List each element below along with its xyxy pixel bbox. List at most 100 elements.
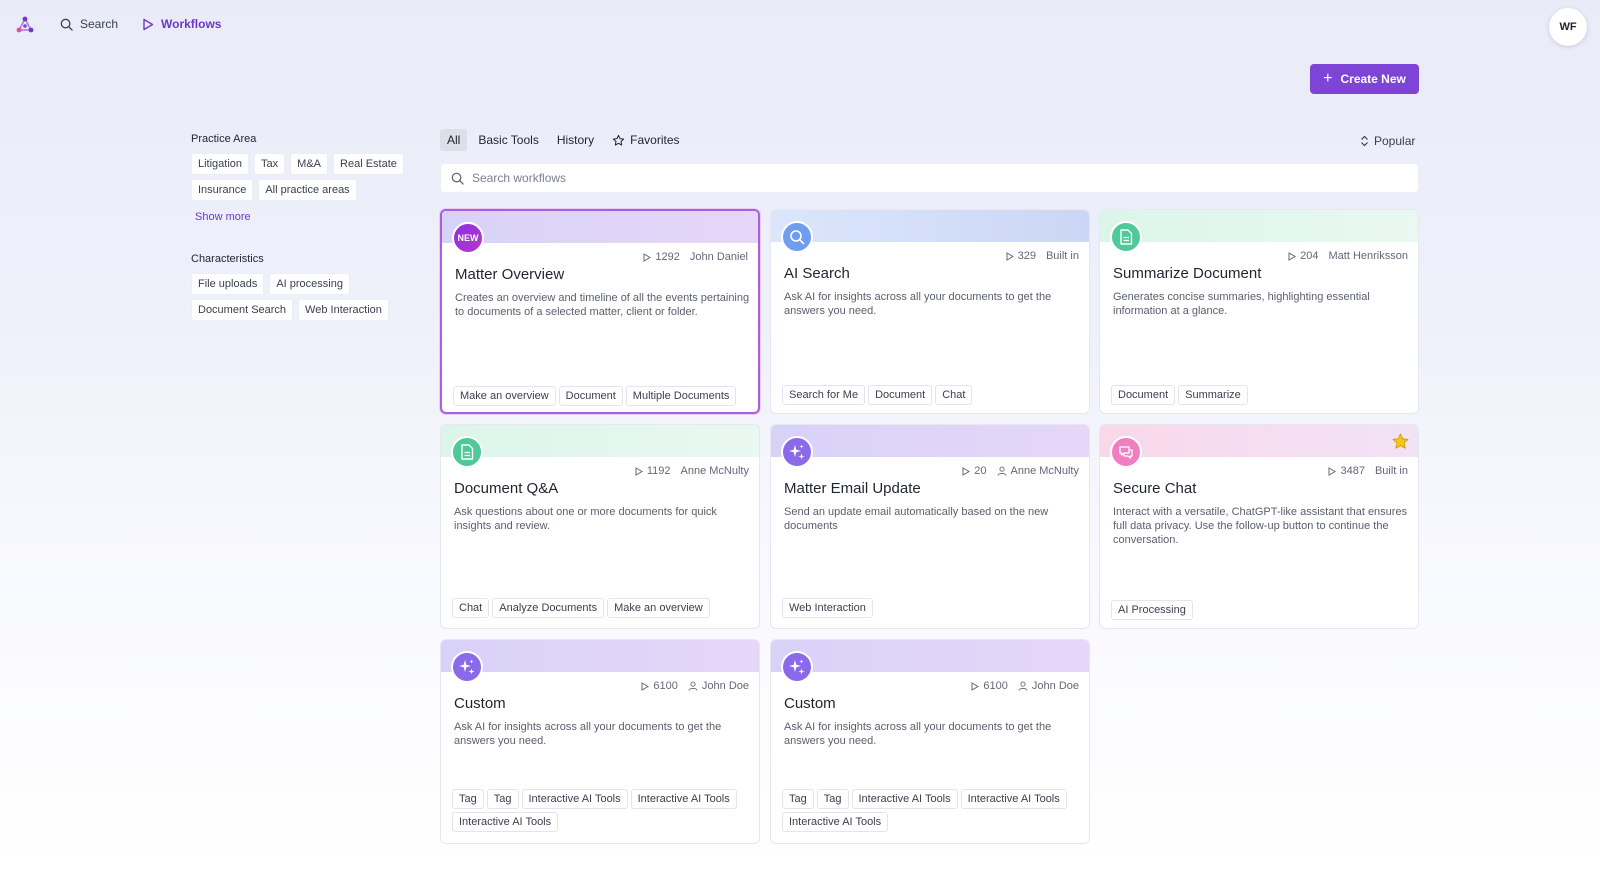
run-count: 329	[1006, 250, 1036, 262]
char-chip-document-search[interactable]: Document Search	[191, 299, 294, 321]
sort-dropdown[interactable]: Popular	[1360, 134, 1415, 148]
tag[interactable]: Chat	[452, 598, 490, 618]
practice-chip-all[interactable]: All practice areas	[258, 179, 357, 201]
tag[interactable]: Interactive AI Tools	[630, 789, 737, 809]
card-tags: Document Summarize	[1111, 385, 1411, 405]
tab-favorites[interactable]: Favorites	[605, 129, 686, 151]
tag[interactable]: Multiple Documents	[625, 386, 737, 406]
card-title: Custom	[784, 695, 836, 712]
author-name: Built in	[1374, 465, 1408, 477]
nav-workflows[interactable]: Workflows	[142, 17, 221, 31]
tag[interactable]: Tag	[486, 789, 519, 809]
new-badge-label: NEW	[457, 233, 479, 243]
card-tags: Web Interaction	[782, 598, 1082, 618]
workflow-search-input[interactable]	[472, 171, 1372, 185]
tag[interactable]: Interactive AI Tools	[452, 812, 559, 832]
tag[interactable]: Tag	[452, 789, 484, 809]
practice-chip-litigation[interactable]: Litigation	[191, 153, 250, 175]
workflow-card-summarize-document[interactable]: 204 Matt Henriksson Summarize Document G…	[1099, 209, 1419, 414]
tag[interactable]: Analyze Documents	[492, 598, 605, 618]
tag[interactable]: Document	[558, 386, 623, 406]
author-name: Anne McNulty	[680, 465, 749, 477]
practice-chip-real-estate[interactable]: Real Estate	[333, 153, 404, 175]
tag[interactable]: Document	[1111, 385, 1176, 405]
tag[interactable]: Interactive AI Tools	[851, 789, 958, 809]
tab-history[interactable]: History	[550, 129, 601, 151]
tag[interactable]: Make an overview	[607, 598, 710, 618]
characteristics-chips: File uploads AI processing Document Sear…	[191, 273, 413, 321]
run-count: 3487	[1328, 465, 1365, 477]
avatar[interactable]: WF	[1549, 8, 1587, 46]
tag[interactable]: Web Interaction	[782, 598, 873, 618]
star-filled-icon[interactable]	[1391, 432, 1410, 451]
author-name: Anne McNulty	[1010, 465, 1079, 477]
tag[interactable]: Make an overview	[453, 386, 556, 406]
card-meta: 1192 Anne McNulty	[635, 465, 749, 477]
card-header-band	[771, 640, 1089, 672]
tag[interactable]: Summarize	[1178, 385, 1248, 405]
create-new-button[interactable]: + Create New	[1310, 64, 1419, 94]
tag[interactable]: Tag	[782, 789, 814, 809]
tag[interactable]: Interactive AI Tools	[960, 789, 1067, 809]
card-header-band	[771, 425, 1089, 457]
run-count-value: 329	[1017, 250, 1036, 262]
tab-all[interactable]: All	[440, 129, 468, 151]
run-count-value: 204	[1300, 250, 1319, 262]
tag[interactable]: Tag	[816, 789, 849, 809]
workflow-card-matter-email-update[interactable]: 20 Anne McNulty Matter Email Update Send…	[770, 424, 1090, 629]
card-header-band	[441, 425, 759, 457]
show-more-link[interactable]: Show more	[195, 211, 421, 223]
char-chip-web-interaction[interactable]: Web Interaction	[298, 299, 389, 321]
workflow-card-ai-search[interactable]: 329 Built in AI Search Ask AI for insigh…	[770, 209, 1090, 414]
tag[interactable]: Interactive AI Tools	[521, 789, 628, 809]
char-chip-ai-processing[interactable]: AI processing	[269, 273, 350, 295]
workflow-card-matter-overview[interactable]: NEW 1292 John Daniel Matter Overview Cre…	[440, 209, 760, 414]
sort-label: Popular	[1374, 134, 1416, 148]
document-icon	[451, 436, 483, 468]
tab-basic-tools[interactable]: Basic Tools	[471, 129, 545, 151]
top-bar: Search Workflows WF	[0, 0, 1600, 50]
play-icon	[635, 466, 643, 476]
tag[interactable]: Chat	[935, 385, 973, 405]
workflow-card-custom[interactable]: 6100 John Doe Custom Ask AI for insights…	[770, 639, 1090, 844]
sparkle-icon	[781, 651, 813, 683]
sort-chevrons-icon	[1361, 135, 1368, 147]
user-icon	[688, 681, 698, 691]
tag[interactable]: Interactive AI Tools	[782, 812, 889, 832]
char-chip-file-uploads[interactable]: File uploads	[191, 273, 265, 295]
practice-chip-insurance[interactable]: Insurance	[191, 179, 254, 201]
practice-chip-ma[interactable]: M&A	[290, 153, 329, 175]
workflow-card-custom[interactable]: 6100 John Doe Custom Ask AI for insights…	[440, 639, 760, 844]
run-count: 6100	[971, 680, 1008, 692]
nav-search[interactable]: Search	[60, 17, 118, 31]
author-name: Matt Henriksson	[1328, 250, 1408, 262]
app-logo-icon[interactable]	[15, 16, 35, 34]
chat-icon	[1110, 436, 1142, 468]
card-title: AI Search	[784, 265, 850, 282]
card-header-band	[1100, 425, 1418, 457]
search-icon	[451, 172, 464, 185]
characteristics-title: Characteristics	[191, 253, 264, 265]
card-title: Matter Email Update	[784, 480, 921, 497]
author: Built in	[1375, 465, 1408, 477]
card-tags: AI Processing	[1111, 600, 1411, 620]
create-new-label: Create New	[1340, 72, 1406, 86]
sparkle-icon	[451, 651, 483, 683]
tag[interactable]: AI Processing	[1111, 600, 1193, 620]
play-icon	[641, 681, 650, 691]
practice-area-title: Practice Area	[191, 133, 257, 145]
run-count-value: 3487	[1340, 465, 1365, 477]
workflow-card-secure-chat[interactable]: 3487 Built in Secure Chat Interact with …	[1099, 424, 1419, 629]
tag[interactable]: Search for Me	[782, 385, 866, 405]
user-icon	[1018, 681, 1028, 691]
author: Anne McNulty	[681, 465, 749, 477]
tab-basic-tools-label: Basic Tools	[478, 133, 539, 147]
card-header-band	[771, 210, 1089, 242]
run-count-value: 20	[974, 465, 987, 477]
workflow-card-document-qa[interactable]: 1192 Anne McNulty Document Q&A Ask quest…	[440, 424, 760, 629]
author-name: John Doe	[701, 680, 749, 692]
tag[interactable]: Document	[868, 385, 933, 405]
card-description: Ask AI for insights across all your docu…	[784, 291, 1052, 317]
practice-chip-tax[interactable]: Tax	[254, 153, 286, 175]
avatar-initials: WF	[1559, 21, 1577, 33]
